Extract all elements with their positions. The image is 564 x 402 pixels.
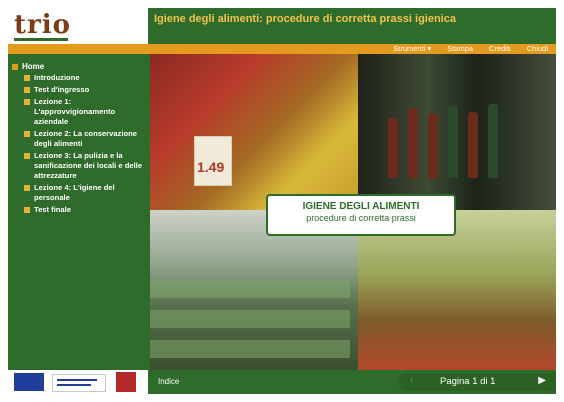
- hero-collage: 1.49 IGIENE DEGLI ALIMENTI procedure di …: [150, 54, 556, 370]
- bottle-shape: [388, 118, 398, 178]
- bullet-icon: [24, 75, 30, 81]
- pager: ‹ Pagina 1 di 1 ▶: [398, 373, 556, 391]
- bullet-icon: [24, 131, 30, 137]
- regione-toscana-logo: [116, 372, 136, 392]
- nav-item-lezione-2[interactable]: Lezione 2: La conservazione degli alimen…: [24, 129, 146, 149]
- logo-line: [57, 384, 91, 386]
- logo-line: [57, 379, 97, 381]
- bullet-icon: [24, 185, 30, 191]
- logo-underline: [14, 38, 68, 41]
- card-title: IGIENE DEGLI ALIMENTI: [302, 201, 420, 212]
- eu-flag-icon: [14, 373, 44, 391]
- footer-bar: Indice ‹ Pagina 1 di 1 ▶: [148, 370, 556, 394]
- nav-item-label: Test d'ingresso: [34, 85, 90, 94]
- bottle-shape: [408, 108, 418, 178]
- bullet-icon: [24, 87, 30, 93]
- bullet-icon: [24, 207, 30, 213]
- nav-item-lezione-1[interactable]: Lezione 1: L'approvvigionamento aziendal…: [24, 97, 146, 127]
- card-subtitle: procedure di corretta prassi: [306, 213, 416, 223]
- bottles-photo: [358, 54, 556, 210]
- shelf-row: [150, 280, 350, 298]
- nav-item-label: Test finale: [34, 205, 71, 214]
- trio-logo: trio: [14, 10, 71, 40]
- app-window: trio Igiene degli alimenti: procedure di…: [8, 8, 556, 394]
- nav-item-label: Introduzione: [34, 73, 80, 82]
- page-title: Igiene degli alimenti: procedure di corr…: [154, 13, 456, 25]
- sidebar-nav: Home Introduzione Test d'ingresso Lezion…: [8, 54, 148, 370]
- nav-item-label: Lezione 1: L'approvvigionamento aziendal…: [34, 97, 116, 126]
- price-value: 1.49: [197, 159, 225, 175]
- nav-item-introduzione[interactable]: Introduzione: [24, 73, 146, 83]
- nav-home-label: Home: [22, 62, 45, 71]
- nav-item-test-finale[interactable]: Test finale: [24, 205, 146, 215]
- bullet-icon: [24, 99, 30, 105]
- nav-item-label: Lezione 2: La conservazione degli alimen…: [34, 129, 137, 148]
- price-tag: 1.49: [194, 136, 232, 186]
- next-page-icon[interactable]: ▶: [538, 375, 546, 386]
- nav-item-lezione-3[interactable]: Lezione 3: La pulizia e la sanificazione…: [24, 151, 146, 181]
- nav-item-label: Lezione 3: La pulizia e la sanificazione…: [34, 151, 143, 180]
- toolbar-crediti-button[interactable]: Crediti: [481, 44, 519, 54]
- bottle-shape: [488, 104, 498, 178]
- nav-home[interactable]: Home: [12, 62, 146, 71]
- toolbar: Strumenti ▾ Stampa Crediti Chiudi: [8, 44, 556, 54]
- logo-area: trio: [8, 8, 148, 44]
- nav-item-test-ingresso[interactable]: Test d'ingresso: [24, 85, 146, 95]
- toolbar-strumenti-menu[interactable]: Strumenti ▾: [385, 44, 439, 54]
- shelf-row: [150, 310, 350, 328]
- indice-link[interactable]: Indice: [158, 377, 179, 386]
- toolbar-chiudi-button[interactable]: Chiudi: [519, 44, 556, 54]
- page-indicator: Pagina 1 di 1: [440, 376, 496, 387]
- bullet-icon: [24, 153, 30, 159]
- toolbar-stampa-button[interactable]: Stampa: [439, 44, 481, 54]
- bottle-shape: [428, 114, 438, 178]
- nav-item-lezione-4[interactable]: Lezione 4: L'igiene del personale: [24, 183, 146, 203]
- bottle-shape: [448, 106, 458, 178]
- produce-photo: 1.49: [150, 54, 358, 210]
- shelf-row: [150, 340, 350, 358]
- title-bar: Igiene degli alimenti: procedure di corr…: [148, 8, 556, 44]
- home-bullet-icon: [12, 64, 18, 70]
- nav-item-label: Lezione 4: L'igiene del personale: [34, 183, 115, 202]
- sponsor-logos: [8, 370, 148, 394]
- bottle-shape: [468, 112, 478, 178]
- ministry-logo: [52, 374, 106, 392]
- title-card: IGIENE DEGLI ALIMENTI procedure di corre…: [266, 194, 456, 236]
- prev-page-icon[interactable]: ‹: [410, 375, 413, 386]
